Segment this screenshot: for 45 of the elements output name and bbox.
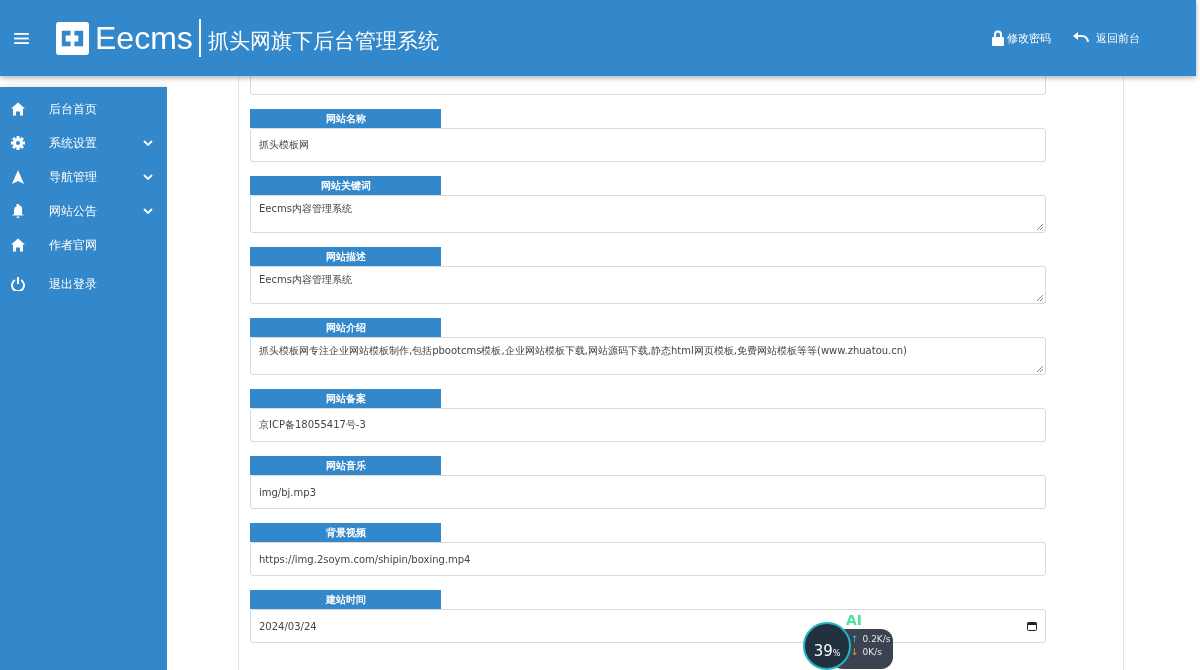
logo-text: Eecms	[95, 19, 193, 57]
text-area[interactable]: Eecms内容管理系统	[250, 195, 1046, 233]
field-label: 网站名称	[250, 109, 441, 128]
resize-grip-icon	[1036, 365, 1044, 373]
undo-icon	[1073, 32, 1089, 44]
sidebar-item[interactable]: 系统设置	[0, 126, 167, 160]
chevron-down-icon	[143, 174, 153, 180]
download-speed: ↓ 0K/s	[851, 646, 883, 659]
home-icon	[11, 238, 25, 252]
settings-icon	[11, 136, 25, 150]
input-field[interactable]: 京ICP备18055417号-3	[250, 408, 1046, 442]
sidebar-item[interactable]: 导航管理	[0, 160, 167, 194]
field-label: 网站备案	[250, 389, 441, 408]
field-label: 网站关键词	[250, 176, 441, 195]
home-icon	[11, 102, 25, 116]
sidebar-item[interactable]: 后台首页	[0, 92, 167, 126]
logo-icon	[56, 21, 89, 55]
chevron-down-icon	[143, 140, 153, 146]
chevron-down-icon	[143, 208, 153, 214]
input-field[interactable]	[250, 76, 1046, 95]
power-icon	[11, 277, 25, 291]
field-label: 建站时间	[250, 590, 441, 609]
field-label: 网站描述	[250, 247, 441, 266]
text-area[interactable]: Eecms内容管理系统	[250, 266, 1046, 304]
input-field[interactable]: img/bj.mp3	[250, 475, 1046, 509]
system-title: 抓头网旗下后台管理系统	[207, 28, 439, 55]
field-label: 网站音乐	[250, 456, 441, 475]
sidebar-item[interactable]: 网站公告	[0, 194, 167, 228]
resize-grip-icon	[1036, 294, 1044, 302]
input-field[interactable]: https://img.2soym.com/shipin/boxing.mp4	[250, 542, 1046, 576]
sidebar-item[interactable]: 退出登录	[0, 267, 167, 301]
field-label: 背景视频	[250, 523, 441, 542]
field-label: 网站介绍	[250, 318, 441, 337]
calendar-icon[interactable]	[1027, 621, 1037, 631]
bell-icon	[11, 204, 25, 218]
header-link[interactable]: 返回前台	[1073, 30, 1140, 46]
navigation-arrow-icon	[11, 170, 25, 184]
sidebar-item[interactable]: 作者官网	[0, 228, 167, 262]
menu-icon[interactable]	[14, 32, 29, 44]
text-area[interactable]: 抓头模板网专注企业网站模板制作,包括pbootcms模板,企业网站模板下载,网站源码下载,静态html网页模板,免费网站模板等等(www.zhuatou.cn)	[250, 337, 1046, 375]
lock-icon	[992, 30, 1004, 46]
input-field[interactable]: 抓头模板网	[250, 128, 1046, 162]
header-link[interactable]: 修改密码	[992, 30, 1051, 46]
resize-grip-icon	[1036, 223, 1044, 231]
upload-speed: ↑ 0.2K/s	[851, 633, 892, 646]
